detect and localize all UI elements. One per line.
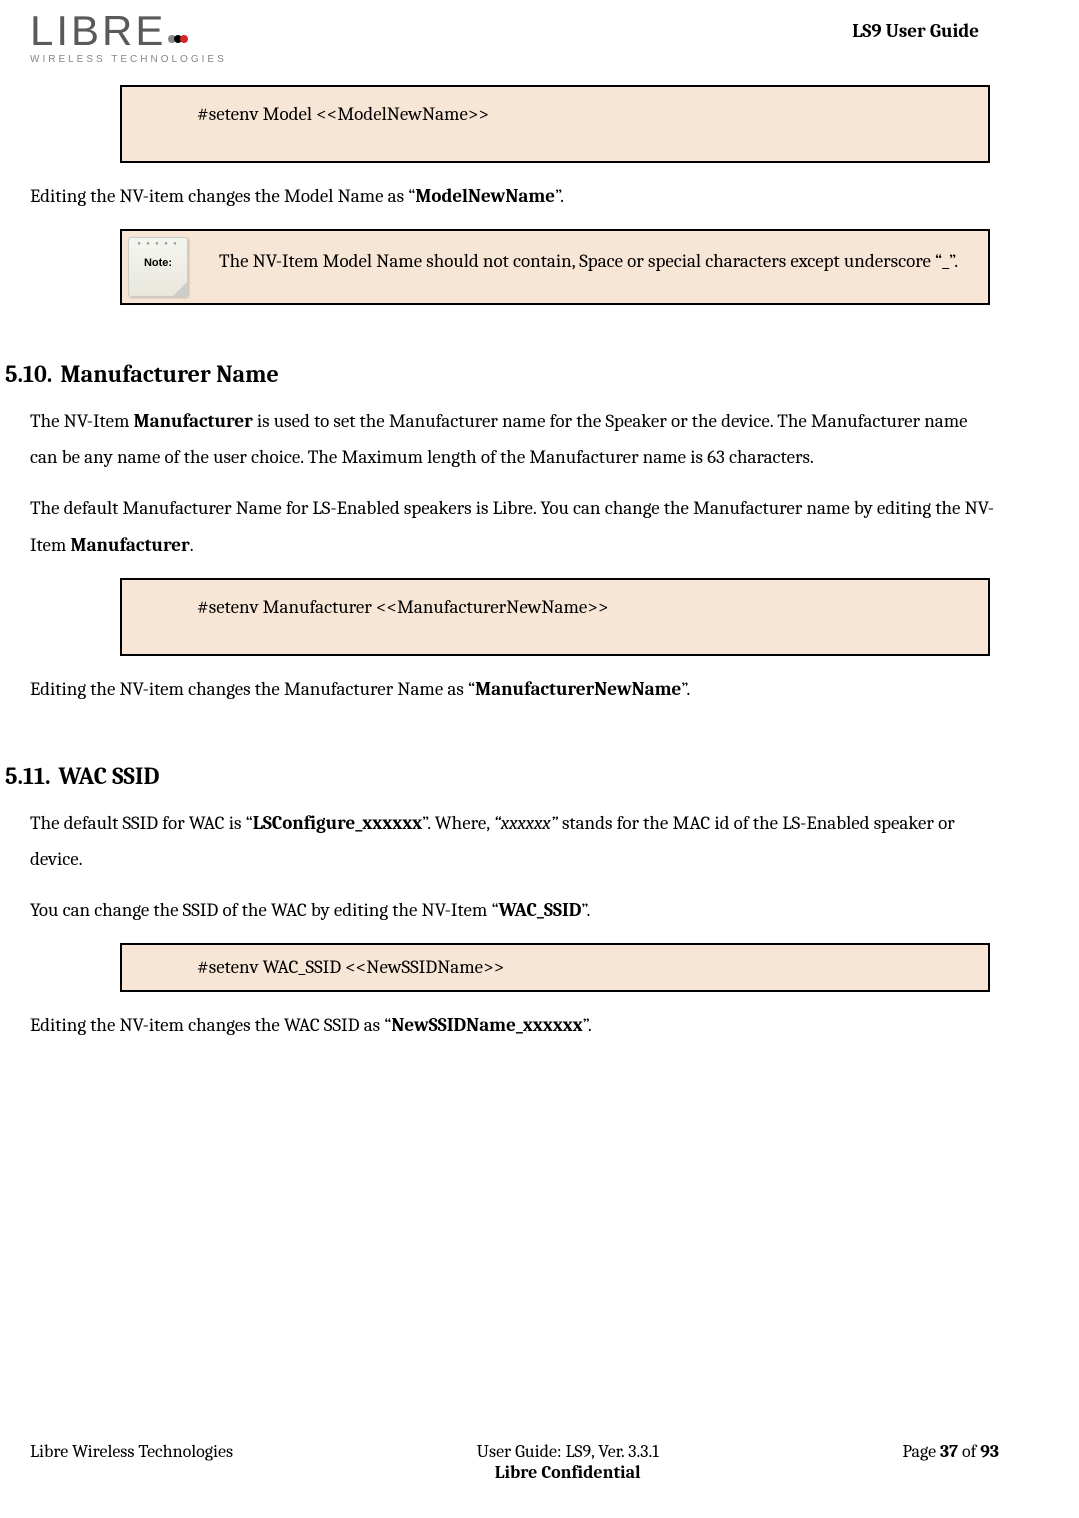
section-title: WAC SSID: [59, 762, 160, 790]
section-title: Manufacturer Name: [60, 360, 279, 388]
paragraph: The NV-Item Manufacturer is used to set …: [30, 403, 999, 475]
section-number: 5.10.: [5, 360, 52, 388]
logo-subtitle: WIRELESS TECHNOLOGIES: [30, 54, 227, 65]
logo: LIBRE WIRELESS TECHNOLOGIES: [30, 10, 227, 65]
command-text: #setenv WAC_SSID <<NewSSIDName>>: [197, 956, 504, 978]
sticky-note-icon: ● ● ● ● ● Note:: [128, 237, 188, 297]
paragraph: You can change the SSID of the WAC by ed…: [30, 892, 999, 928]
paragraph: Editing the NV-item changes the Model Na…: [30, 178, 999, 214]
paragraph: The default Manufacturer Name for LS-Ena…: [30, 490, 999, 562]
section-heading-511: 5.11. WAC SSID: [5, 762, 999, 790]
page-header: LIBRE WIRELESS TECHNOLOGIES LS9 User Gui…: [30, 10, 999, 65]
section-heading-510: 5.10. Manufacturer Name: [5, 360, 999, 388]
page-footer: Libre Wireless Technologies User Guide: …: [30, 1441, 999, 1483]
paragraph: Editing the NV-item changes the WAC SSID…: [30, 1007, 999, 1043]
command-text: #setenv Model <<ModelNewName>>: [197, 103, 489, 125]
note-icon: ● ● ● ● ● Note:: [122, 231, 194, 303]
command-text: #setenv Manufacturer <<ManufacturerNewNa…: [197, 596, 608, 618]
logo-text: LIBRE: [30, 10, 188, 52]
note-label: Note:: [144, 257, 172, 269]
footer-center: User Guide: LS9, Ver. 3.3.1 Libre Confid…: [477, 1441, 659, 1483]
section-number: 5.11.: [5, 762, 51, 790]
command-box-model: #setenv Model <<ModelNewName>>: [120, 85, 990, 163]
command-box-manufacturer: #setenv Manufacturer <<ManufacturerNewNa…: [120, 578, 990, 656]
command-box-wacssid: #setenv WAC_SSID <<NewSSIDName>>: [120, 943, 990, 992]
note-box: ● ● ● ● ● Note: The NV-Item Model Name s…: [120, 229, 990, 305]
footer-left: Libre Wireless Technologies: [30, 1441, 233, 1483]
logo-main: LIBRE: [30, 10, 166, 52]
footer-right: Page 37 of 93: [902, 1441, 999, 1483]
logo-dots-icon: [168, 35, 188, 43]
document-title: LS9 User Guide: [852, 20, 979, 42]
paragraph: Editing the NV-item changes the Manufact…: [30, 671, 999, 707]
paragraph: The default SSID for WAC is “LSConfigure…: [30, 805, 999, 877]
note-text: The NV-Item Model Name should not contai…: [194, 231, 988, 303]
